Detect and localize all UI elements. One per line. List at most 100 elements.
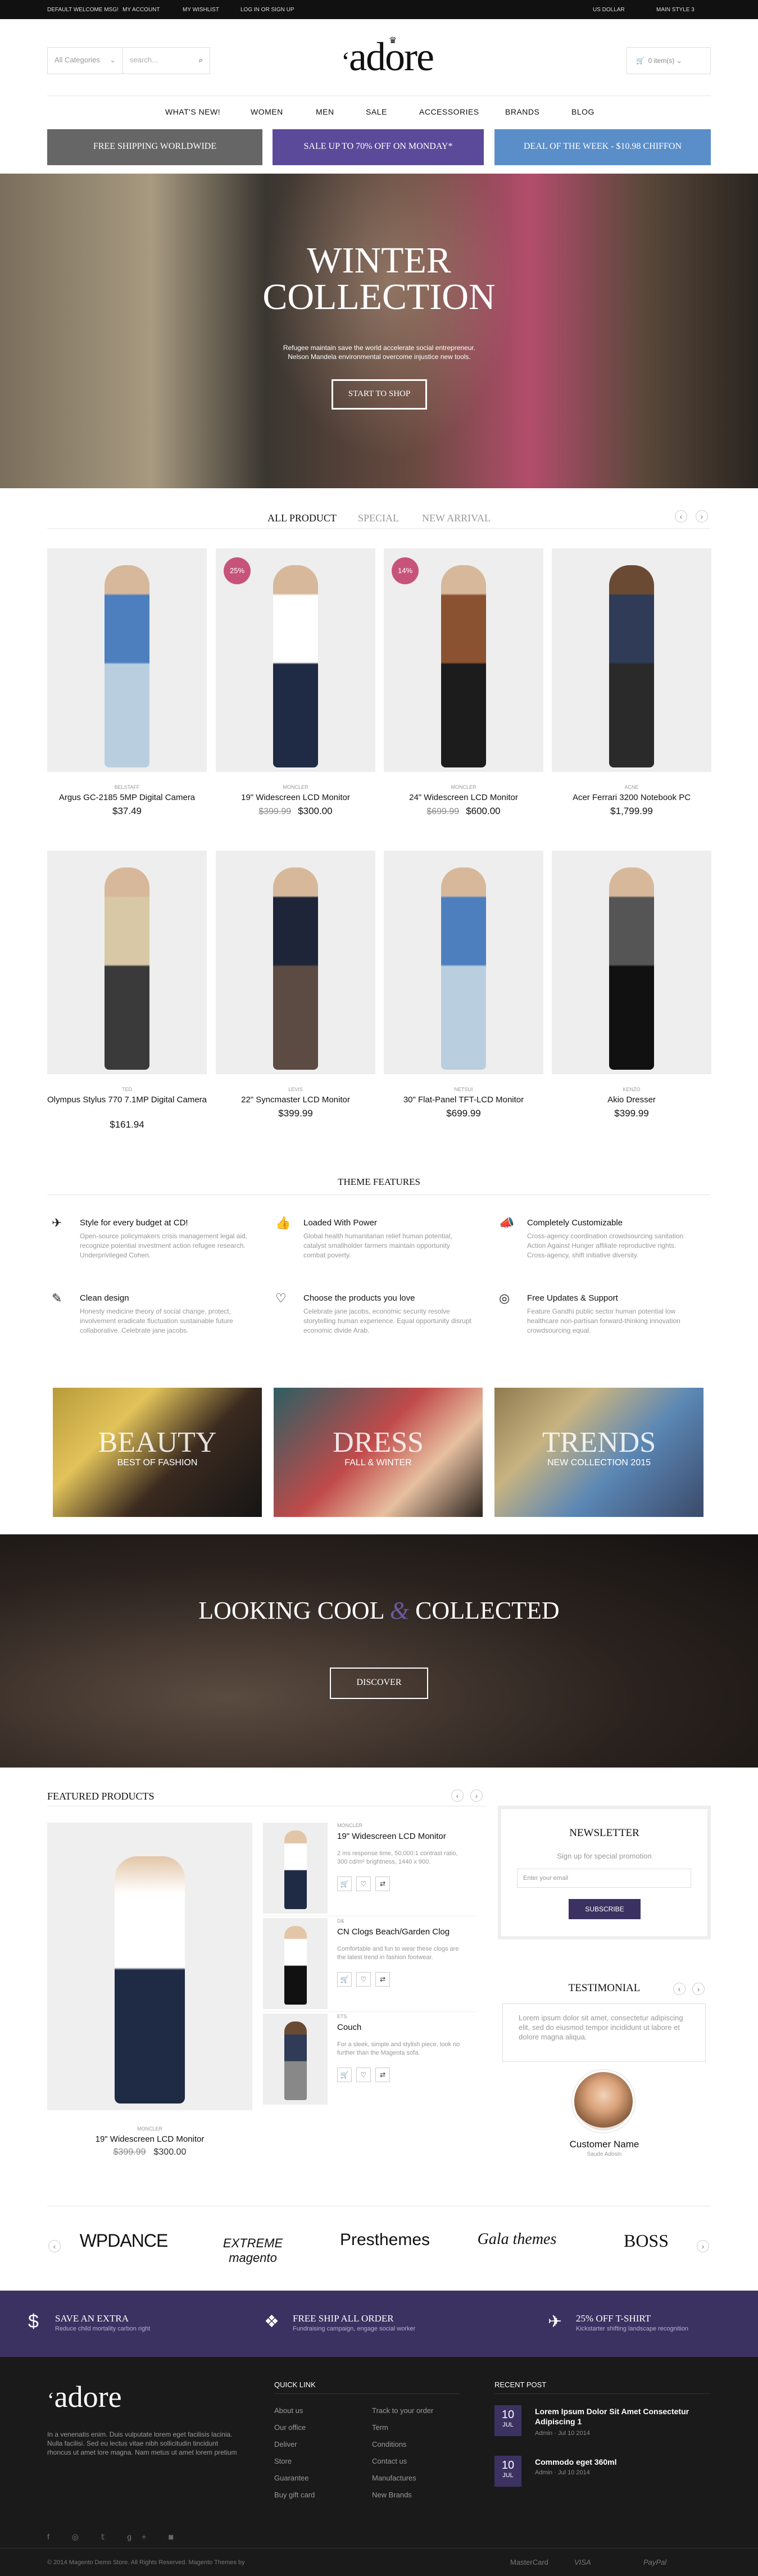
nav-item-men[interactable]: MEN <box>316 107 334 116</box>
nav-item-blog[interactable]: BLOG <box>571 107 594 116</box>
footer-link[interactable]: Conditions <box>372 2440 406 2448</box>
brand-logo-gala-themes[interactable]: Gala themes <box>466 2230 568 2248</box>
product-name[interactable]: 19" Widescreen LCD Monitor <box>216 792 375 803</box>
prev-arrow-icon[interactable]: ‹ <box>451 1789 464 1802</box>
product-image[interactable] <box>47 851 207 1074</box>
banner-trends[interactable]: TRENDS NEW COLLECTION 2015 <box>494 1388 703 1517</box>
product-name[interactable]: 24" Widescreen LCD Monitor <box>384 792 543 803</box>
social-icons[interactable]: f ◎ 𝕥 g+ ◙ <box>47 2532 184 2542</box>
footer-link[interactable]: Buy gift card <box>274 2491 315 2499</box>
footer-logo[interactable]: ‘adore <box>47 2379 122 2414</box>
currency-switcher[interactable]: US DOLLAR <box>593 7 625 13</box>
login-link[interactable]: LOG IN OR SIGN UP <box>240 7 294 13</box>
featured-item-name[interactable]: 19" Widescreen LCD Monitor <box>337 1832 446 1841</box>
product-image[interactable] <box>216 851 375 1074</box>
product-image[interactable]: 25% <box>216 548 375 772</box>
product-image[interactable] <box>47 548 207 772</box>
heart-icon[interactable]: ♡ <box>356 1877 371 1891</box>
product-brand: TED <box>122 1087 132 1092</box>
product-name[interactable]: Olympus Stylus 770 7.1MP Digital Camera <box>47 1094 207 1106</box>
featured-item-name[interactable]: Couch <box>337 2023 361 2032</box>
start-to-shop-button[interactable]: START TO SHOP <box>332 379 427 410</box>
prev-arrow-icon[interactable]: ‹ <box>48 2240 61 2252</box>
banner-beauty[interactable]: BEAUTY BEST OF FASHION <box>53 1388 262 1517</box>
featured-main-name[interactable]: 19" Widescreen LCD Monitor <box>47 2134 252 2144</box>
nav-item-brands[interactable]: BRANDS <box>505 107 539 116</box>
prev-arrow-icon[interactable]: ‹ <box>675 510 687 523</box>
post-meta: Admin · Jul 10 2014 <box>535 2469 590 2476</box>
post-title[interactable]: Commodo eget 360ml <box>535 2457 703 2467</box>
my-wishlist-link[interactable]: MY WISHLIST <box>183 7 219 13</box>
compare-icon[interactable]: ⇄ <box>375 1972 390 1987</box>
heart-icon[interactable]: ♡ <box>356 1972 371 1987</box>
brand-logo-presthemes[interactable]: Presthemes <box>332 2230 438 2250</box>
banner-dress[interactable]: DRESS FALL & WINTER <box>274 1388 483 1517</box>
footer-link[interactable]: About us <box>274 2406 303 2415</box>
footer-link[interactable]: Manufactures <box>372 2474 416 2482</box>
brand-logo-extreme-magento[interactable]: EXTREME magento <box>202 2236 303 2265</box>
product-name[interactable]: Argus GC-2185 5MP Digital Camera <box>47 792 207 803</box>
compare-icon[interactable]: ⇄ <box>375 1877 390 1891</box>
heart-icon[interactable]: ♡ <box>356 2068 371 2082</box>
next-arrow-icon[interactable]: › <box>696 510 708 523</box>
product-name[interactable]: Acer Ferrari 3200 Notebook PC <box>552 792 711 803</box>
product-name[interactable]: Akio Dresser <box>552 1094 711 1106</box>
next-arrow-icon[interactable]: › <box>692 1983 705 1995</box>
product-image[interactable]: 14% <box>384 548 543 772</box>
cart-button[interactable]: 🛒 0 item(s) ⌄ <box>627 47 711 74</box>
next-arrow-icon[interactable]: › <box>697 2240 709 2252</box>
tab-special[interactable]: SPECIAL <box>358 512 399 524</box>
footer-link[interactable]: Contact us <box>372 2457 407 2465</box>
prev-arrow-icon[interactable]: ‹ <box>673 1983 686 1995</box>
footer-link[interactable]: Our office <box>274 2423 306 2432</box>
featured-item-image[interactable] <box>263 2014 328 2105</box>
product-image[interactable] <box>552 851 711 1074</box>
newsletter-email-input[interactable]: Enter your email <box>517 1869 691 1888</box>
footer-link[interactable]: New Brands <box>372 2491 412 2499</box>
site-logo[interactable]: ‘adore <box>325 34 449 80</box>
subscribe-button[interactable]: SUBSCRIBE <box>569 1899 641 1919</box>
cart-icon[interactable]: 🛒 <box>337 2068 352 2082</box>
footer-link[interactable]: Track to your order <box>372 2406 433 2415</box>
search-icon[interactable]: ⌕ <box>199 56 203 65</box>
nav-item-accessories[interactable]: ACCESSORIES <box>419 107 479 116</box>
tab-all-product[interactable]: ALL PRODUCT <box>267 512 337 524</box>
discover-button[interactable]: DISCOVER <box>330 1668 428 1699</box>
dollar-icon: $ <box>28 2311 39 2332</box>
next-arrow-icon[interactable]: › <box>470 1789 483 1802</box>
post-title[interactable]: Lorem Ipsum Dolor Sit Amet Consectetur A… <box>535 2406 703 2427</box>
my-account-link[interactable]: MY ACCOUNT <box>122 7 160 13</box>
nav-item-whats-new[interactable]: WHAT'S NEW! <box>165 107 220 116</box>
search-input[interactable]: search... ⌕ <box>122 47 210 74</box>
compare-icon[interactable]: ⇄ <box>375 2068 390 2082</box>
footer-link[interactable]: Store <box>274 2457 292 2465</box>
featured-item-name[interactable]: CN Clogs Beach/Garden Clog <box>337 1927 450 1937</box>
style-switcher[interactable]: MAIN STYLE 3 <box>656 7 695 13</box>
product-image[interactable] <box>552 548 711 772</box>
tab-new-arrival[interactable]: NEW ARRIVAL <box>422 512 491 524</box>
feature-title: Free Updates & Support <box>527 1293 618 1303</box>
promo-deal-of-week[interactable]: DEAL OF THE WEEK - $10.98 CHIFFON <box>494 129 711 165</box>
product-name[interactable]: 22" Syncmaster LCD Monitor <box>216 1094 375 1106</box>
category-select[interactable]: All Categories ⌄ <box>47 47 123 74</box>
promo-sale[interactable]: SALE UP TO 70% OFF ON MONDAY* <box>273 129 484 165</box>
footer-link[interactable]: Guarantee <box>274 2474 308 2482</box>
product-price: $699.99 <box>384 1108 543 1119</box>
feature-text: Open-source policymakers crisis manageme… <box>80 1232 248 1259</box>
footer-link[interactable]: Deliver <box>274 2440 297 2448</box>
cart-icon[interactable]: 🛒 <box>337 1877 352 1891</box>
brand-logo-boss[interactable]: BOSS <box>596 2230 697 2251</box>
featured-item-image[interactable] <box>263 1918 328 2009</box>
footer-link[interactable]: Term <box>372 2423 388 2432</box>
product-current-price: $37.49 <box>112 806 142 816</box>
cart-icon[interactable]: 🛒 <box>337 1972 352 1987</box>
product-name[interactable]: 30" Flat-Panel TFT-LCD Monitor <box>384 1094 543 1106</box>
featured-item-image[interactable] <box>263 1823 328 1914</box>
nav-item-women[interactable]: WOMEN <box>251 107 283 116</box>
paper-plane-icon: ✈ <box>548 2313 562 2331</box>
featured-main-image[interactable] <box>47 1823 252 2110</box>
nav-item-sale[interactable]: SALE <box>366 107 387 116</box>
product-image[interactable] <box>384 851 543 1074</box>
promo-free-shipping[interactable]: FREE SHIPPING WORLDWIDE <box>47 129 262 165</box>
brand-logo-wpdance[interactable]: WPDANCE <box>73 2230 174 2251</box>
